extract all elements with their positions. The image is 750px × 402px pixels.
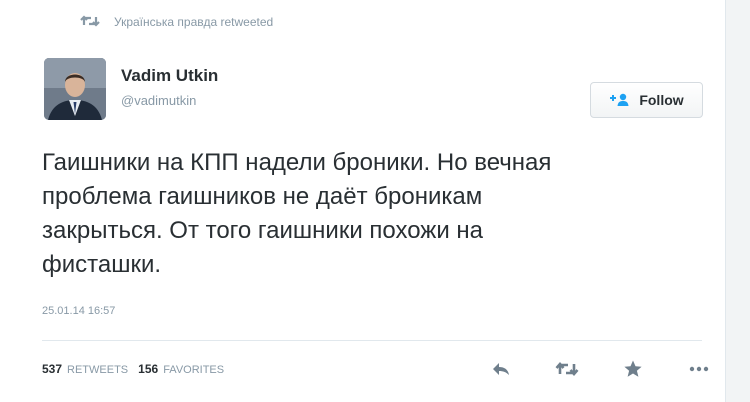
reply-icon[interactable] bbox=[488, 358, 514, 380]
retweet-context: Українська правда retweeted bbox=[80, 14, 273, 30]
tweet-actions bbox=[488, 358, 712, 380]
author-name[interactable]: Vadim Utkin bbox=[121, 66, 218, 86]
retweet-action-icon[interactable] bbox=[554, 358, 580, 380]
add-user-icon bbox=[609, 93, 631, 107]
divider bbox=[42, 340, 702, 341]
retweets-label[interactable]: RETWEETS bbox=[67, 364, 128, 376]
favorites-label[interactable]: FAVORITES bbox=[163, 364, 224, 376]
more-dots-icon[interactable] bbox=[686, 358, 712, 380]
avatar[interactable] bbox=[44, 58, 106, 120]
retweet-icon bbox=[80, 14, 100, 30]
favorite-star-icon[interactable] bbox=[620, 358, 646, 380]
tweet-timestamp[interactable]: 25.01.14 16:57 bbox=[42, 305, 115, 317]
avatar-photo bbox=[44, 58, 106, 120]
retweet-context-text[interactable]: Українська правда retweeted bbox=[114, 15, 273, 29]
favorites-count[interactable]: 156 bbox=[138, 362, 158, 376]
follow-button[interactable]: Follow bbox=[590, 82, 703, 118]
follow-button-label: Follow bbox=[639, 92, 684, 108]
tweet-stats: 537 RETWEETS 156 FAVORITES bbox=[42, 362, 224, 376]
retweets-count[interactable]: 537 bbox=[42, 362, 62, 376]
author-handle[interactable]: @vadimutkin bbox=[121, 93, 196, 108]
tweet-card: Українська правда retweeted Vadim Utkin … bbox=[0, 0, 726, 402]
tweet-text: Гаишники на КПП надели броники. Но вечна… bbox=[42, 149, 552, 278]
